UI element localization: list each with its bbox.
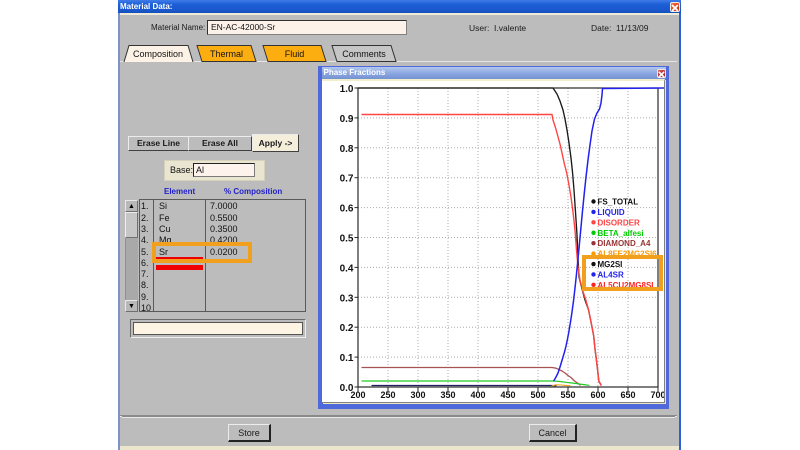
svg-text:250: 250 bbox=[380, 390, 395, 400]
svg-text:0.3: 0.3 bbox=[340, 293, 354, 304]
svg-text:1.0: 1.0 bbox=[340, 84, 354, 95]
svg-text:0.2: 0.2 bbox=[340, 323, 354, 334]
svg-text:200: 200 bbox=[350, 390, 365, 400]
svg-text:300: 300 bbox=[410, 390, 425, 400]
svg-text:Thermal: Thermal bbox=[210, 49, 243, 59]
svg-text:0.4: 0.4 bbox=[340, 263, 354, 274]
svg-text:LIQUID: LIQUID bbox=[598, 208, 625, 217]
svg-text:0.9: 0.9 bbox=[340, 114, 354, 125]
svg-text:DIAMOND_A4: DIAMOND_A4 bbox=[598, 239, 651, 248]
svg-text:600: 600 bbox=[590, 390, 605, 400]
svg-text:BETA_alfesi: BETA_alfesi bbox=[598, 229, 644, 238]
svg-text:FS_TOTAL: FS_TOTAL bbox=[598, 198, 639, 207]
svg-text:0.5: 0.5 bbox=[340, 234, 354, 245]
svg-text:DISORDER: DISORDER bbox=[598, 218, 640, 227]
svg-text:0.7: 0.7 bbox=[340, 174, 354, 185]
svg-text:Comments: Comments bbox=[342, 49, 386, 59]
svg-text:550: 550 bbox=[560, 390, 575, 400]
svg-text:Fluid: Fluid bbox=[285, 49, 305, 59]
svg-text:Composition: Composition bbox=[133, 49, 183, 59]
svg-text:450: 450 bbox=[500, 390, 515, 400]
svg-text:500: 500 bbox=[530, 390, 545, 400]
svg-text:400: 400 bbox=[470, 390, 485, 400]
svg-text:650: 650 bbox=[620, 390, 635, 400]
svg-text:0.1: 0.1 bbox=[340, 353, 354, 364]
svg-text:0.8: 0.8 bbox=[340, 144, 354, 155]
svg-text:0.6: 0.6 bbox=[340, 204, 354, 215]
svg-text:350: 350 bbox=[440, 390, 455, 400]
svg-text:700: 700 bbox=[650, 390, 664, 400]
